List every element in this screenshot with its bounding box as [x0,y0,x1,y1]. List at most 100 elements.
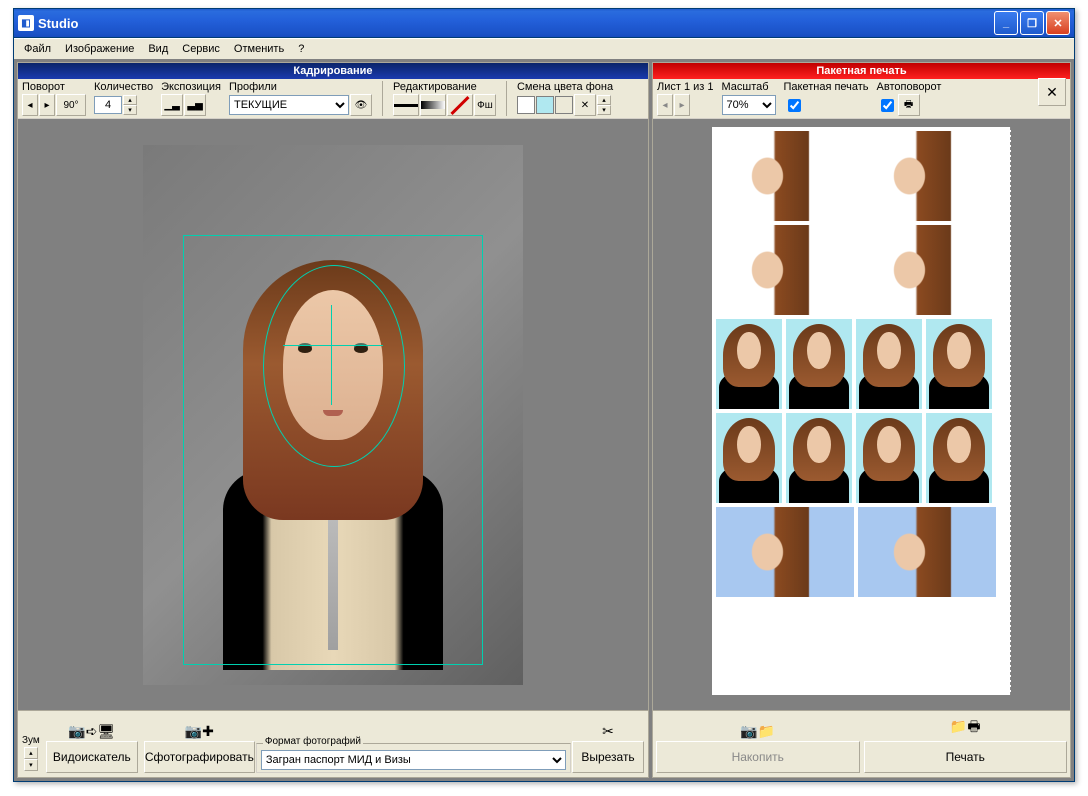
sheet-thumb[interactable] [716,131,854,221]
sheet-prev-button[interactable]: ◂ [657,94,673,116]
editing-label: Редактирование [393,81,496,93]
bgchange-group: Смена цвета фона ✕ ▴ ▾ [517,81,613,116]
bg-white-swatch[interactable] [517,96,535,114]
sheet-thumb[interactable] [716,507,854,597]
quantity-input[interactable] [94,96,122,114]
rotation-label: Поворот [22,81,86,93]
sheet-thumb[interactable] [856,413,922,503]
menu-undo[interactable]: Отменить [228,41,290,57]
autorotate-checkbox[interactable] [881,99,894,112]
photoshop-button[interactable]: Фш [474,94,496,116]
printer-setup-button[interactable]: 🖶 [898,94,920,116]
print-pane: Пакетная печать Лист 1 из 1 ◂ ▸ Масштаб … [652,62,1071,778]
menu-help[interactable]: ? [292,41,310,57]
sheet-thumb[interactable] [716,319,782,409]
sheet-thumb[interactable] [858,507,996,597]
rotate-right-button[interactable]: ▸ [39,94,55,116]
sheet-next-button[interactable]: ▸ [674,94,690,116]
zoom-out-button[interactable]: ▾ [24,759,38,771]
print-button[interactable]: Печать [864,741,1068,773]
print-bottom-bar: 📷📁 Накопить 📁🖶 Печать [653,710,1070,777]
exposure-down-button[interactable]: ▁▃ [161,94,183,116]
zoom-group: Зум ▴ ▾ [22,715,40,773]
bgchange-label: Смена цвета фона [517,81,613,93]
viewfinder-button[interactable]: Видоискатель [46,741,138,773]
level-gradient-button[interactable] [420,94,446,116]
sheet-thumb[interactable] [926,413,992,503]
crop-pane: Кадрирование Поворот ◂ ▸ 90° Количество [17,62,649,778]
workspace: Кадрирование Поворот ◂ ▸ 90° Количество [14,59,1074,781]
camera-display-icon: 📷➪🖥 [68,723,115,740]
autorotate-group: Автоповорот 🖶 [877,81,942,116]
stock-button[interactable]: Накопить [656,741,860,773]
rotate-left-button[interactable]: ◂ [22,94,38,116]
sheet-thumb[interactable] [926,319,992,409]
maximize-button[interactable]: ❐ [1020,11,1044,35]
crop-bottom-bar: Зум ▴ ▾ 📷➪🖥 Видоискатель 📷✚ Сфотографиро… [18,710,648,777]
rotation-group: Поворот ◂ ▸ 90° [22,81,86,116]
minimize-button[interactable]: _ [994,11,1018,35]
rotate-90-button[interactable]: 90° [56,94,86,116]
face-guide-vertical [331,305,332,405]
clear-sheet-button[interactable]: ✕ [1038,78,1066,106]
exposure-up-button[interactable]: ▃▅ [184,94,206,116]
face-oval-guide[interactable] [263,265,405,467]
editing-group: Редактирование Фш [393,81,496,116]
sheet-thumb[interactable] [716,225,854,315]
batch-group: Пакетная печать [784,81,869,116]
sheet-label: Лист 1 из 1 [657,81,714,93]
bg-down[interactable]: ▾ [597,105,611,115]
titlebar: ◧ Studio _ ❐ ✕ [14,9,1074,38]
retouch-button[interactable] [447,94,473,116]
camera-add-icon: 📷✚ [185,723,214,740]
print-sheet [712,127,1011,695]
autorotate-label: Автоповорот [877,81,942,93]
scissors-icon: ✂ [602,723,614,740]
app-window: ◧ Studio _ ❐ ✕ Файл Изображение Вид Серв… [13,8,1075,782]
quantity-group: Количество ▴ ▾ [94,81,153,116]
print-pane-title: Пакетная печать [653,63,1070,79]
quantity-up[interactable]: ▴ [123,95,137,105]
scale-group: Масштаб 70% [722,81,776,116]
bg-up[interactable]: ▴ [597,95,611,105]
zoom-in-button[interactable]: ▴ [24,747,38,759]
sheet-thumb[interactable] [858,225,996,315]
menu-service[interactable]: Сервис [176,41,226,57]
menu-view[interactable]: Вид [142,41,174,57]
photo-canvas[interactable] [18,119,648,710]
print-toolbar: Лист 1 из 1 ◂ ▸ Масштаб 70% Пакетная [653,79,1070,119]
format-legend: Формат фотографий [263,736,363,747]
sheet-group: Лист 1 из 1 ◂ ▸ [657,81,714,116]
profiles-toggle-button[interactable]: 👁 [350,94,372,116]
profiles-select[interactable]: ТЕКУЩИЕ [229,95,349,115]
scale-select[interactable]: 70% [722,95,776,115]
sheet-thumb[interactable] [716,413,782,503]
profiles-group: Профили ТЕКУЩИЕ 👁 [229,81,372,116]
level-black-button[interactable] [393,94,419,116]
bg-cyan-swatch[interactable] [536,96,554,114]
close-button[interactable]: ✕ [1046,11,1070,35]
sheet-thumb[interactable] [856,319,922,409]
profiles-label: Профили [229,81,372,93]
cut-button[interactable]: Вырезать [572,741,644,773]
quantity-down[interactable]: ▾ [123,105,137,115]
sheet-thumb[interactable] [786,319,852,409]
shoot-button[interactable]: Сфотографировать [144,741,255,773]
menu-image[interactable]: Изображение [59,41,140,57]
sheet-area[interactable] [653,119,1070,710]
zoom-label: Зум [22,735,40,746]
bg-cancel-button[interactable]: ✕ [574,94,596,116]
app-icon: ◧ [18,15,34,31]
sheet-thumb[interactable] [786,413,852,503]
bg-beige-swatch[interactable] [555,96,573,114]
photo-format-select[interactable]: Загран паспорт МИД и Визы [261,750,566,770]
crop-toolbar: Поворот ◂ ▸ 90° Количество ▴ ▾ [18,79,648,119]
scale-label: Масштаб [722,81,776,93]
exposure-group: Экспозиция ▁▃ ▃▅ [161,81,221,116]
quantity-label: Количество [94,81,153,93]
camera-folder-icon: 📷📁 [740,723,775,740]
sheet-thumb[interactable] [858,131,996,221]
menu-file[interactable]: Файл [18,41,57,57]
batch-checkbox[interactable] [788,99,801,112]
crop-pane-title: Кадрирование [18,63,648,79]
